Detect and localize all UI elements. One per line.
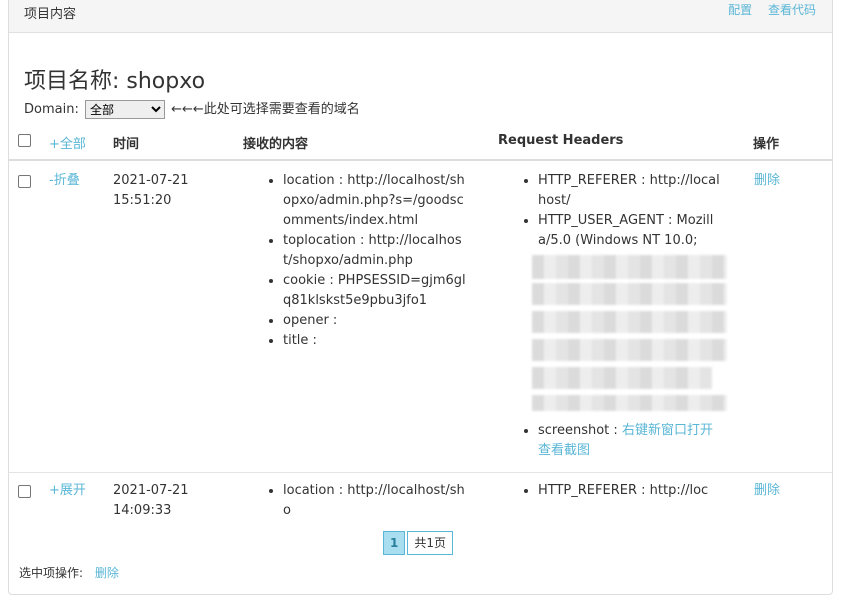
table-header: +全部 时间 接收的内容 Request Headers 操作 <box>9 127 832 161</box>
redacted-area <box>532 367 712 389</box>
content-cookie: cookie : PHPSESSID=gjm6glq81klskst5e9pbu… <box>283 271 467 311</box>
panel-header: 项目内容 配置 查看代码 <box>9 0 832 33</box>
screenshot-key: screenshot : <box>538 423 618 438</box>
row-toggle[interactable]: +展开 <box>49 481 86 501</box>
row-toggle[interactable]: -折叠 <box>49 171 80 191</box>
delete-link[interactable]: 删除 <box>754 171 780 191</box>
content-title: title : <box>283 331 467 351</box>
bulk-actions: 选中项操作: 删除 <box>19 564 119 581</box>
domain-filter: Domain: 全部 ←←←此处可选择需要查看的域名 <box>24 98 360 119</box>
header-screenshot: screenshot : 右键新窗口打开查看截图 <box>538 421 722 461</box>
row-time: 2021-07-21 15:51:20 <box>113 171 189 211</box>
table-row: -折叠 2021-07-21 15:51:20 location : http:… <box>9 163 832 473</box>
delete-link[interactable]: 删除 <box>754 481 780 501</box>
request-headers: HTTP_REFERER : http://localhost/ HTTP_US… <box>522 171 727 461</box>
domain-hint: ←←←此处可选择需要查看的域名 <box>171 102 360 117</box>
panel-title: 项目内容 <box>24 7 77 22</box>
table-row: +展开 2021-07-21 14:09:33 location : http:… <box>9 473 832 527</box>
time-column-header: 时间 <box>113 137 140 152</box>
content-column-header: 接收的内容 <box>243 137 309 152</box>
view-code-link[interactable]: 查看代码 <box>768 3 816 17</box>
domain-select[interactable]: 全部 <box>84 100 165 119</box>
received-content: location : http://localhost/sho <box>267 481 467 521</box>
expand-all-toggle[interactable]: +全部 <box>49 133 86 152</box>
redacted-area <box>532 395 727 411</box>
redacted-area <box>532 339 727 361</box>
header-referer: HTTP_REFERER : http://localhost/ <box>538 171 722 211</box>
row-time: 2021-07-21 14:09:33 <box>113 481 189 521</box>
content-location: location : http://localhost/shopxo/admin… <box>283 171 467 231</box>
bulk-delete-link[interactable]: 删除 <box>95 566 119 580</box>
request-headers: HTTP_REFERER : http://loc <box>522 481 722 501</box>
bulk-label: 选中项操作: <box>19 566 84 580</box>
redacted-area <box>532 255 727 279</box>
select-all-checkbox[interactable] <box>18 134 31 147</box>
received-content: location : http://localhost/shopxo/admin… <box>267 171 467 351</box>
row-clock: 15:51:20 <box>113 193 172 208</box>
header-links: 配置 查看代码 <box>716 1 816 18</box>
redacted-area <box>532 311 727 333</box>
page-current[interactable]: 1 <box>383 531 406 555</box>
content-toplocation: toplocation : http://localhost/shopxo/ad… <box>283 231 467 271</box>
domain-label: Domain: <box>24 102 79 117</box>
config-link[interactable]: 配置 <box>728 3 752 17</box>
row-clock: 14:09:33 <box>113 503 172 518</box>
header-user-agent: HTTP_USER_AGENT : Mozilla/5.0 (Windows N… <box>538 211 722 251</box>
pagination: 1 共1页 <box>383 531 455 555</box>
redacted-area <box>532 283 727 305</box>
project-title: 项目名称: shopxo <box>24 69 206 94</box>
content-opener: opener : <box>283 311 467 331</box>
row-checkbox[interactable] <box>18 485 31 498</box>
header-referer: HTTP_REFERER : http://loc <box>538 481 722 501</box>
headers-column-header: Request Headers <box>498 133 624 148</box>
row-date: 2021-07-21 <box>113 173 189 188</box>
ops-column-header: 操作 <box>753 137 780 152</box>
content-location: location : http://localhost/sho <box>283 481 467 521</box>
page-total: 共1页 <box>407 531 453 555</box>
row-date: 2021-07-21 <box>113 483 189 498</box>
project-panel: 项目内容 配置 查看代码 项目名称: shopxo Domain: 全部 ←←←… <box>8 0 833 595</box>
row-checkbox[interactable] <box>18 175 31 188</box>
